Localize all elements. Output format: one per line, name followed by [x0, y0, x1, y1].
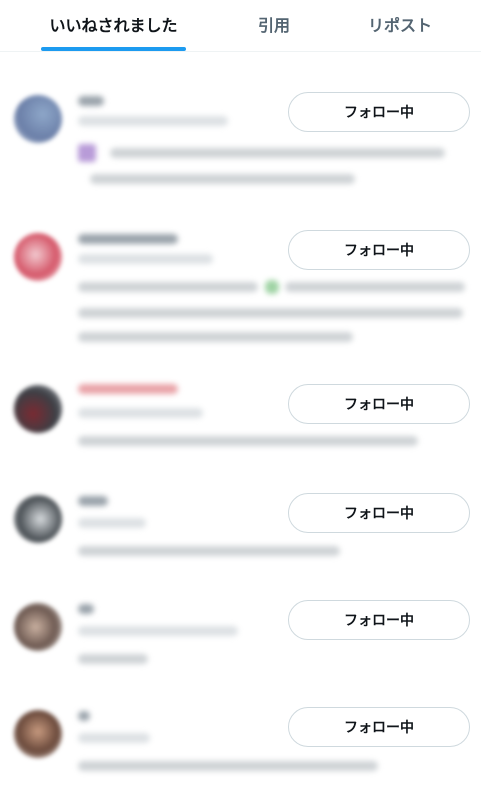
tab-quotes[interactable]: 引用	[226, 0, 322, 52]
display-name	[78, 711, 90, 721]
user-row[interactable]: フォロー中	[0, 598, 481, 688]
display-name	[78, 234, 178, 244]
avatar[interactable]	[14, 495, 62, 543]
tab-reposts-label: リポスト	[367, 16, 432, 35]
avatar[interactable]	[14, 710, 62, 758]
display-name	[78, 496, 108, 506]
following-button[interactable]: フォロー中	[288, 493, 470, 533]
following-button[interactable]: フォロー中	[288, 92, 470, 132]
username	[78, 733, 150, 743]
following-button[interactable]: フォロー中	[288, 230, 470, 270]
bio-text	[78, 654, 148, 664]
bio-text	[78, 436, 418, 446]
username	[78, 116, 228, 126]
user-row[interactable]: フォロー中	[0, 705, 481, 800]
bio-text	[78, 332, 353, 342]
display-name	[78, 384, 178, 394]
tab-bar: いいねされました 引用 リポスト	[0, 0, 481, 52]
bio-emoji	[78, 144, 96, 162]
tab-quotes-label: 引用	[257, 16, 290, 35]
bio-text	[78, 282, 258, 292]
bio-text	[78, 761, 378, 771]
following-button[interactable]: フォロー中	[288, 707, 470, 747]
user-row[interactable]: フォロー中	[0, 228, 481, 358]
bio-text	[110, 148, 445, 158]
bio-text	[90, 174, 355, 184]
following-button[interactable]: フォロー中	[288, 600, 470, 640]
user-row[interactable]: フォロー中	[0, 90, 481, 200]
avatar[interactable]	[14, 95, 62, 143]
tab-reposts[interactable]: リポスト	[352, 0, 448, 52]
bio-text	[78, 308, 463, 318]
tab-liked-label: いいねされました	[49, 16, 178, 35]
username	[78, 254, 213, 264]
avatar[interactable]	[14, 603, 62, 651]
bio-text	[285, 282, 465, 292]
display-name	[78, 96, 104, 106]
avatar[interactable]	[14, 385, 62, 433]
username	[78, 518, 146, 528]
active-tab-indicator	[41, 47, 186, 51]
user-row[interactable]: フォロー中	[0, 380, 481, 470]
user-row[interactable]: フォロー中	[0, 490, 481, 580]
bio-emoji	[265, 280, 279, 294]
avatar[interactable]	[14, 233, 62, 281]
username	[78, 408, 203, 418]
tab-liked[interactable]: いいねされました	[41, 0, 186, 52]
bio-text	[78, 546, 340, 556]
display-name	[78, 604, 94, 614]
following-button[interactable]: フォロー中	[288, 384, 470, 424]
username	[78, 626, 238, 636]
